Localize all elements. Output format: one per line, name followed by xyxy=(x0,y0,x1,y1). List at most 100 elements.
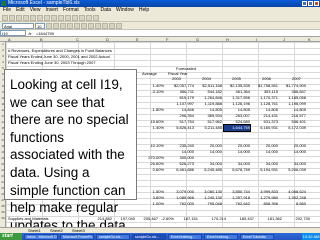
undo-icon[interactable] xyxy=(65,14,71,21)
font-select[interactable]: Arial xyxy=(2,22,34,29)
table-cell[interactable]: 5,245,485 xyxy=(196,167,222,173)
table-cell[interactable]: 14,000 xyxy=(224,149,250,155)
fill-color-icon[interactable] xyxy=(109,22,115,29)
formula-input[interactable]: =1644759 xyxy=(34,31,54,36)
menu-help[interactable]: Help xyxy=(139,7,149,14)
explanation-callout: Looking at cell I19, we can see that the… xyxy=(4,69,137,240)
print-icon[interactable] xyxy=(23,14,29,21)
autosum-icon[interactable] xyxy=(79,14,85,21)
chart-icon[interactable] xyxy=(93,14,99,21)
table-cell[interactable]: 202,730 xyxy=(288,216,310,222)
taskbar-item[interactable]: Excel training... xyxy=(204,233,238,240)
menu-format[interactable]: Format xyxy=(63,7,79,14)
year-2003: 2003 xyxy=(172,76,181,81)
menu-window[interactable]: Window xyxy=(116,7,134,14)
excel-app-icon xyxy=(1,1,6,6)
table-cell[interactable]: 180,437 xyxy=(232,216,254,222)
align-center-icon[interactable] xyxy=(74,22,80,29)
menu-tools[interactable]: Tools xyxy=(84,7,96,14)
merge-icon[interactable] xyxy=(88,22,94,29)
percent-icon[interactable] xyxy=(102,22,108,29)
start-button[interactable]: start xyxy=(0,233,22,240)
font-size-select[interactable]: 10 xyxy=(35,22,45,29)
pct-cell[interactable]: 10.10% xyxy=(142,143,164,149)
underline-icon[interactable] xyxy=(60,22,66,29)
taskbar-item[interactable]: sampleGo.xls... xyxy=(96,233,130,240)
bold-icon[interactable] xyxy=(46,22,52,29)
pct-cell[interactable]: -1.80% xyxy=(142,107,164,113)
taskbar-item[interactable]: Microsoft PowerPo... xyxy=(60,233,94,240)
taskbar-item[interactable]: Excel training... xyxy=(168,233,202,240)
preview-icon[interactable] xyxy=(30,14,36,21)
font-color-icon[interactable] xyxy=(116,22,122,29)
table-cell[interactable]: 170,214 xyxy=(204,216,226,222)
menu-bar: File Edit View Insert Format Tools Data … xyxy=(0,7,320,14)
save-icon[interactable] xyxy=(16,14,22,21)
redo-icon[interactable] xyxy=(72,14,78,21)
window-title-bar: Microsoft Excel - sampleTbl6.xls xyxy=(0,0,320,7)
open-icon[interactable] xyxy=(9,14,15,21)
menu-view[interactable]: View xyxy=(30,7,41,14)
selected-cell-i19[interactable]: 1,644,759 xyxy=(223,124,251,132)
cut-icon[interactable] xyxy=(44,14,50,21)
table-cell[interactable]: 762,000 xyxy=(168,201,194,207)
maximize-button[interactable] xyxy=(308,1,313,6)
taskbar-item[interactable]: sampleGo.xls... xyxy=(132,233,166,240)
table-cell[interactable]: 181,362 xyxy=(260,216,282,222)
windows-taskbar: start Inbox - Microsoft O... Microsoft P… xyxy=(0,233,320,240)
new-icon[interactable] xyxy=(2,14,8,21)
callout-text: Looking at cell I19, we can see that the… xyxy=(10,77,129,240)
formula-bar: I19 fx =1644759 xyxy=(0,30,320,37)
year-2005: 2005 xyxy=(232,76,241,81)
name-box[interactable]: I19 xyxy=(0,30,26,36)
paste-icon[interactable] xyxy=(58,14,64,21)
close-button[interactable] xyxy=(314,1,319,6)
align-left-icon[interactable] xyxy=(67,22,73,29)
table-cell[interactable]: 5,826,413 xyxy=(168,125,194,131)
taskbar-item[interactable]: Inbox - Microsoft O... xyxy=(24,233,58,240)
table-cell[interactable]: 14,000 xyxy=(252,149,278,155)
year-2004: 2004 xyxy=(202,76,211,81)
table-cell[interactable]: 795,048 xyxy=(196,201,222,207)
table-cell[interactable]: 205,467 xyxy=(136,216,158,222)
sort-icon[interactable] xyxy=(86,14,92,21)
table-cell[interactable]: 14,000 xyxy=(196,149,222,155)
pct-cell[interactable]: 1.00% xyxy=(142,201,164,207)
table-cell[interactable]: -2.60% xyxy=(156,216,174,222)
window-controls xyxy=(302,1,319,6)
year-2006: 2006 xyxy=(262,76,271,81)
table-cell[interactable]: 5,678,759 xyxy=(224,167,250,173)
minimize-button[interactable] xyxy=(302,1,307,6)
year-2007: 2007 xyxy=(292,76,301,81)
menu-data[interactable]: Data xyxy=(100,7,111,14)
table-cell[interactable]: 762,642 xyxy=(224,201,250,207)
menu-insert[interactable]: Insert xyxy=(45,7,58,14)
table-cell[interactable]: 8,560 xyxy=(280,201,306,207)
taskbar-item[interactable]: Excel Tutorials xyxy=(240,233,274,240)
align-right-icon[interactable] xyxy=(81,22,87,29)
system-clock: 10:32 AM xyxy=(302,233,320,240)
spell-icon[interactable] xyxy=(37,14,43,21)
window-title: Microsoft Excel - sampleTbl6.xls xyxy=(8,0,80,6)
table-cell[interactable]: 14,000 xyxy=(280,149,306,155)
copy-icon[interactable] xyxy=(51,14,57,21)
formatting-toolbar: Arial 10 xyxy=(0,22,320,30)
table-cell[interactable]: 5,211,485 xyxy=(196,125,223,131)
table-cell[interactable]: 5,194,931 xyxy=(252,167,278,173)
pct-cell[interactable]: 1.40% xyxy=(142,125,164,131)
table-cell[interactable]: 6,461,686 xyxy=(168,167,194,173)
average-label: Average xyxy=(142,71,157,76)
table-cell[interactable]: 5,160,931 xyxy=(252,125,278,131)
fx-icon[interactable]: fx xyxy=(26,31,34,36)
pct-cell[interactable]: 0.60% xyxy=(142,167,164,173)
currency-icon[interactable] xyxy=(95,22,101,29)
menu-file[interactable]: File xyxy=(3,7,11,14)
table-cell[interactable]: 5,172,039 xyxy=(280,125,306,131)
table-cell[interactable]: 5,206,039 xyxy=(280,167,306,173)
pct-cell[interactable]: -3.10% xyxy=(142,89,164,95)
standard-toolbar xyxy=(0,14,320,22)
table-cell[interactable]: 808,396 xyxy=(252,201,278,207)
menu-edit[interactable]: Edit xyxy=(16,7,25,14)
italic-icon[interactable] xyxy=(53,22,59,29)
table-cell[interactable]: 187,151 xyxy=(176,216,198,222)
